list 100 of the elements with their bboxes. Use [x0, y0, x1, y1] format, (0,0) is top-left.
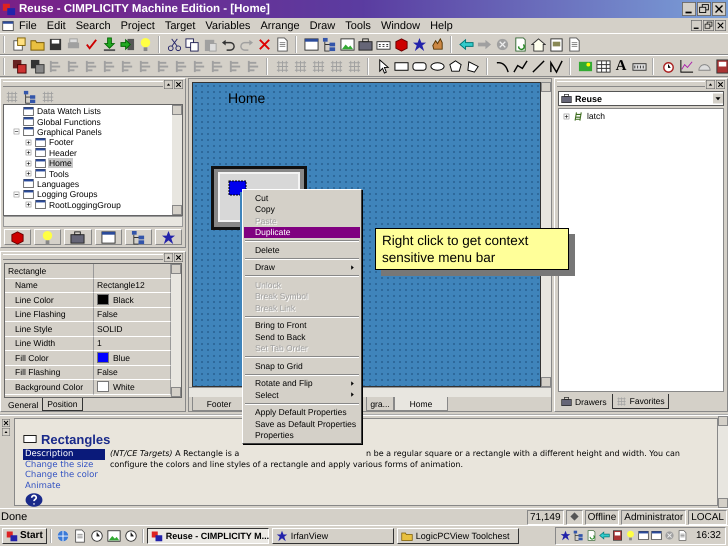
menu-item[interactable]: Bring to Front	[244, 320, 360, 331]
menu-item[interactable]: Snap to Grid	[244, 360, 360, 372]
menu-item[interactable]: Delete	[244, 244, 360, 256]
menu-item[interactable]: Select	[244, 389, 360, 400]
panel-tab[interactable]: Drawers	[558, 394, 610, 409]
expand-icon[interactable]	[24, 200, 33, 210]
close-icon[interactable]	[2, 419, 10, 427]
menu-item[interactable]: Cut	[244, 192, 360, 204]
panel-icon[interactable]	[612, 530, 623, 541]
expand-icon[interactable]	[562, 112, 571, 121]
toolbox-icon[interactable]	[358, 36, 372, 52]
back-icon[interactable]	[598, 530, 610, 541]
taskbar-button[interactable]: LogicPCView Toolchest	[396, 528, 519, 544]
copy-icon[interactable]	[184, 36, 200, 52]
menu-item[interactable]: Arrange	[255, 20, 305, 32]
new-project-icon[interactable]	[12, 36, 26, 52]
tree-item[interactable]: Header	[48, 148, 78, 158]
collapse-icon[interactable]	[12, 190, 21, 199]
save-icon[interactable]	[48, 36, 62, 52]
menu-item[interactable]: Draw	[244, 262, 360, 273]
menu-item[interactable]: Duplicate	[244, 226, 360, 238]
close-icon[interactable]	[174, 252, 183, 262]
scrollbar[interactable]	[3, 216, 183, 227]
menu-item[interactable]: Save as Default Properties	[244, 418, 360, 430]
menu-item[interactable]: Target	[160, 20, 200, 32]
expand-icon[interactable]	[24, 158, 33, 168]
tree-item[interactable]: RootLoggingGroup	[48, 200, 122, 210]
menu-item[interactable]: Copy	[244, 204, 360, 215]
help-icon[interactable]	[23, 491, 45, 509]
menu-item[interactable]: Draw	[304, 20, 340, 32]
tree-item[interactable]: Logging Groups	[36, 189, 98, 200]
tree-icon[interactable]	[130, 230, 146, 244]
help-link[interactable]: Description	[23, 449, 105, 460]
tree-item[interactable]: Home	[48, 158, 73, 168]
polyline-icon[interactable]	[512, 58, 528, 74]
start-button[interactable]: Start	[2, 528, 47, 544]
property-value[interactable]: Blue	[113, 352, 130, 363]
window-icon[interactable]	[304, 36, 318, 52]
star-icon[interactable]	[412, 36, 426, 52]
check-icon[interactable]	[84, 36, 98, 52]
tree-item[interactable]: latch	[586, 111, 606, 122]
collapse-icon[interactable]	[12, 127, 21, 136]
menu-item[interactable]: Properties	[244, 430, 360, 441]
close-icon[interactable]	[712, 2, 726, 16]
menu-item[interactable]: Window	[376, 20, 426, 32]
export-icon[interactable]	[120, 36, 134, 52]
menu-item[interactable]: Apply Default Properties	[244, 406, 360, 418]
picture-icon[interactable]	[340, 36, 354, 52]
window-icon[interactable]	[650, 530, 662, 541]
window-icon[interactable]	[100, 230, 116, 244]
delete-icon[interactable]	[256, 36, 272, 52]
menu-item[interactable]: Help	[425, 20, 458, 32]
panel-tab[interactable]: gra...	[366, 397, 394, 411]
close-icon[interactable]	[715, 20, 726, 31]
drawer-dropdown[interactable]: Reuse	[558, 91, 724, 106]
tree-item[interactable]: Tools	[48, 168, 70, 179]
polygon-icon[interactable]	[466, 58, 480, 74]
cut-icon[interactable]	[166, 36, 182, 52]
menu-item[interactable]: Edit	[42, 20, 71, 32]
pin-icon[interactable]	[706, 80, 715, 88]
close-icon[interactable]	[174, 80, 183, 88]
close-icon[interactable]	[716, 80, 725, 88]
minimize-icon[interactable]	[682, 2, 696, 16]
tree-icon[interactable]	[322, 36, 336, 52]
restore-icon[interactable]	[703, 20, 714, 31]
cube-icon[interactable]	[10, 230, 26, 244]
property-value[interactable]: Rectangle12	[97, 280, 145, 290]
text-tool-button[interactable]: A	[612, 58, 630, 74]
toolbox-icon[interactable]	[70, 230, 86, 244]
menu-item[interactable]: Send to Back	[244, 331, 360, 342]
restore-icon[interactable]	[697, 2, 711, 16]
chart-icon[interactable]	[678, 58, 694, 74]
panel-icon[interactable]	[714, 58, 728, 74]
minimize-icon[interactable]	[691, 20, 702, 31]
globe-icon[interactable]	[56, 528, 70, 542]
home-icon[interactable]	[530, 36, 546, 52]
expand-icon[interactable]	[24, 169, 33, 178]
refresh-icon[interactable]	[586, 530, 597, 541]
menu-item[interactable]: Rotate and Flip	[244, 378, 360, 389]
line-icon[interactable]	[530, 58, 546, 74]
tree-view-icon[interactable]	[23, 90, 37, 104]
tree-item[interactable]: Data Watch Lists	[36, 106, 102, 116]
tree-item[interactable]: Graphical Panels	[36, 126, 103, 137]
scrollbar[interactable]	[171, 264, 181, 397]
tree-item[interactable]: Footer	[48, 137, 75, 148]
bring-to-front-icon[interactable]	[12, 58, 26, 74]
taskbar-button[interactable]: Reuse - CIMPLICITY M...	[146, 528, 269, 544]
zigzag-icon[interactable]	[548, 58, 564, 74]
send-to-back-icon[interactable]	[30, 58, 44, 74]
panel-tab[interactable]: General	[4, 398, 42, 411]
property-value[interactable]: Black	[113, 294, 134, 305]
property-value[interactable]: SOLID	[97, 324, 123, 334]
menu-item[interactable]: Variables	[200, 20, 256, 32]
tree-item[interactable]: Global Functions	[36, 116, 102, 127]
star-icon[interactable]	[160, 230, 176, 244]
star-icon[interactable]	[560, 530, 571, 541]
cube-icon[interactable]	[394, 36, 408, 52]
menu-item[interactable]: Project	[116, 20, 160, 32]
menu-item[interactable]: Search	[70, 20, 116, 32]
help-link[interactable]: Change the size	[23, 460, 105, 470]
